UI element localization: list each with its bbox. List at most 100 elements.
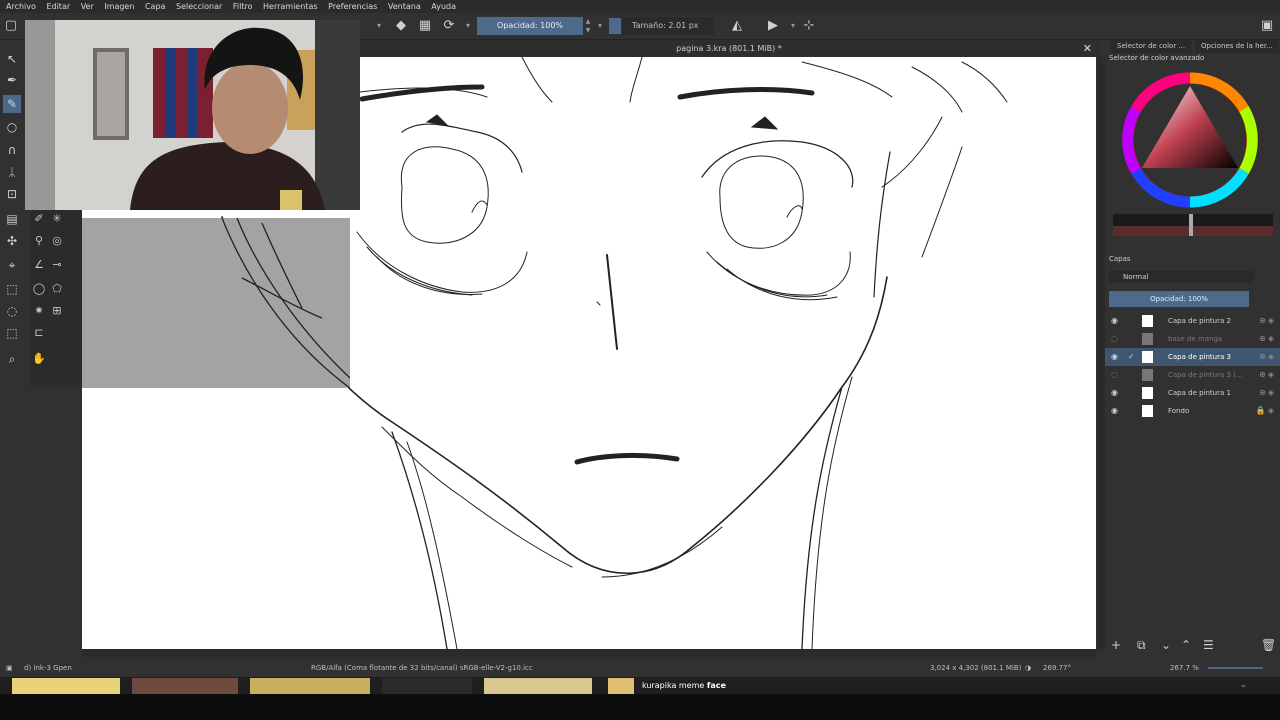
preserve-alpha-icon[interactable]: ▦ [416,17,434,35]
multibrush-tool-icon[interactable]: ✣ [3,232,21,250]
layer-properties-icon[interactable]: ☰ [1203,638,1214,652]
move-down-icon[interactable]: ⌄ [1161,638,1171,652]
canvas-vertical-scrollbar[interactable] [1097,57,1105,649]
reload-preset-icon[interactable]: ⟳ [440,17,458,35]
crop-tool-icon[interactable]: ⊡ [3,185,21,203]
canvas-horizontal-scrollbar[interactable] [82,649,1096,657]
chevron-down-icon[interactable]: ⌄ [1240,680,1247,689]
menu-seleccionar[interactable]: Seleccionar [176,2,222,11]
rotation-icon[interactable]: ◑ [1025,660,1031,677]
mirror-vertical-icon[interactable]: ▶ [764,17,782,35]
size-slider[interactable]: Tamaño: 2.01 px [622,17,714,35]
calligraphy-icon[interactable]: ✒ [3,71,21,89]
layer-flags-icon[interactable]: ⊕◈ [1259,366,1276,384]
rectangle-select-icon[interactable]: ⬚ [3,280,21,298]
layer-flags-icon[interactable]: ⊕◈ [1259,312,1276,330]
zoom-value: 267.7 % [1170,664,1199,672]
mirror-horizontal-icon[interactable]: ◭ [728,17,746,35]
visibility-eye-icon[interactable]: ◉ [1111,402,1118,420]
move-up-icon[interactable]: ⌃ [1181,638,1191,652]
menu-ayuda[interactable]: Ayuda [431,2,456,11]
bezier-select-icon[interactable]: ⬚ [3,324,21,342]
duplicate-layer-icon[interactable]: ⧉ [1137,638,1146,653]
new-document-icon[interactable]: ▢ [2,17,20,35]
color-wheel[interactable] [1113,64,1273,244]
close-document-icon[interactable]: ✕ [1083,40,1092,57]
layer-row[interactable]: ◉ Fondo 🔒◈ [1105,402,1280,420]
thumbnail-image[interactable] [12,678,120,694]
magnetic-select-icon[interactable]: ⊏ [30,324,48,342]
layer-row[interactable]: ○ Capa de pintura 3 (... ⊕◈ [1105,366,1280,384]
dropdown-arrow-icon[interactable]: ▾ [459,17,477,35]
polygon-select-icon[interactable]: ⬠ [48,280,66,298]
measure-tool-icon[interactable]: ∠ [30,256,48,274]
eraser-icon[interactable]: ◆ [392,17,410,35]
select-shapes-icon[interactable]: ↖ [3,50,21,68]
visibility-eye-icon[interactable]: ◉ [1111,384,1118,402]
ellipse-select-icon[interactable]: ◯ [30,280,48,298]
dropdown-arrow-icon[interactable]: ▾ [591,17,609,35]
visibility-eye-icon[interactable]: ○ [1111,366,1118,384]
layer-row[interactable]: ◉ Capa de pintura 1 ⊕◈ [1105,384,1280,402]
menu-ventana[interactable]: Ventana [388,2,421,11]
visibility-eye-icon[interactable]: ◉ [1111,348,1118,366]
dynamic-brush-icon[interactable]: ᛦ [3,163,21,181]
smart-patch-icon[interactable]: ✳ [48,210,66,228]
layer-row[interactable]: ○ base de manga ⊕◈ [1105,330,1280,348]
layer-opacity-slider[interactable]: Opacidad: 100% [1109,291,1249,307]
freehand-select-icon[interactable]: ◌ [3,302,21,320]
layer-flags-icon[interactable]: ⊕◈ [1259,348,1276,366]
transform-tool-icon[interactable]: ⌖ [3,256,21,274]
color-selector-title: Selector de color avanzado [1109,54,1205,62]
menu-ver[interactable]: Ver [81,2,94,11]
menu-imagen[interactable]: Imagen [104,2,134,11]
delete-layer-icon[interactable]: 🗑 [1261,638,1276,652]
visibility-eye-icon[interactable]: ◉ [1111,312,1118,330]
workspace-icon[interactable]: ▣ [1258,17,1276,35]
layer-flags-icon[interactable]: ⊕◈ [1259,384,1276,402]
fill-bucket-icon[interactable]: ⚲ [30,232,48,250]
tab-color-selector[interactable]: Selector de color ... [1111,40,1192,53]
wrap-around-icon[interactable]: ⊹ [800,17,818,35]
color-sampler-icon[interactable]: ◎ [48,232,66,250]
layer-row[interactable]: ◉ Capa de pintura 2 ⊕◈ [1105,312,1280,330]
tab-tool-options[interactable]: Opciones de la her... [1195,40,1279,53]
layer-name: Capa de pintura 1 [1168,389,1231,397]
contiguous-select-icon[interactable]: ✷ [30,302,48,320]
menu-filtro[interactable]: Filtro [233,2,253,11]
document-tab[interactable]: pagina 3.kra (801.1 MiB) * ✕ [360,40,1098,57]
menu-editar[interactable]: Editar [46,2,70,11]
checkmark-icon[interactable]: ✓ [1128,348,1135,366]
zoom-slider[interactable] [1208,667,1263,669]
zoom-tool-icon[interactable]: ⌕ [3,350,21,368]
thumbnail-image[interactable] [132,678,238,694]
assistant-tool-icon[interactable]: ⊸ [48,256,66,274]
layer-flags-icon[interactable]: ⊕◈ [1259,330,1276,348]
blend-mode-select[interactable]: Normal [1109,271,1254,283]
size-slider-handle[interactable] [609,18,621,34]
pan-tool-icon[interactable]: ✋ [30,350,48,368]
thumbnail-image[interactable] [250,678,370,694]
opacity-slider[interactable]: Opacidad: 100% [477,17,583,35]
freehand-brush-icon[interactable]: ✎ [3,95,21,113]
thumbnail-image[interactable] [608,678,634,694]
brush-preset-icon[interactable]: ▣ [6,660,13,677]
visibility-eye-icon[interactable]: ○ [1111,330,1118,348]
menu-herramientas[interactable]: Herramientas [263,2,318,11]
menu-archivo[interactable]: Archivo [6,2,36,11]
dropdown-arrow-icon[interactable]: ▾ [370,17,388,35]
thumbnail-image[interactable] [484,678,592,694]
layer-row-active[interactable]: ◉ ✓ Capa de pintura 3 ⊕◈ [1105,348,1280,366]
lock-icon[interactable]: 🔒◈ [1256,402,1276,420]
similar-select-icon[interactable]: ⊞ [48,302,66,320]
menu-capa[interactable]: Capa [145,2,165,11]
fill-tool-icon[interactable]: ✐ [30,210,48,228]
search-query-label[interactable]: kurapika meme face [642,677,726,694]
status-bar: ▣ d) Ink-3 Gpen RGB/Alfa (Coma flotante … [0,660,1280,677]
gradient-tool-icon[interactable]: ▤ [3,210,21,228]
ellipse-tool-icon[interactable]: ○ [3,118,21,136]
menu-preferencias[interactable]: Preferencias [328,2,377,11]
add-layer-icon[interactable]: + [1111,638,1121,652]
bezier-tool-icon[interactable]: ∩ [3,141,21,159]
thumbnail-image[interactable] [382,678,472,694]
